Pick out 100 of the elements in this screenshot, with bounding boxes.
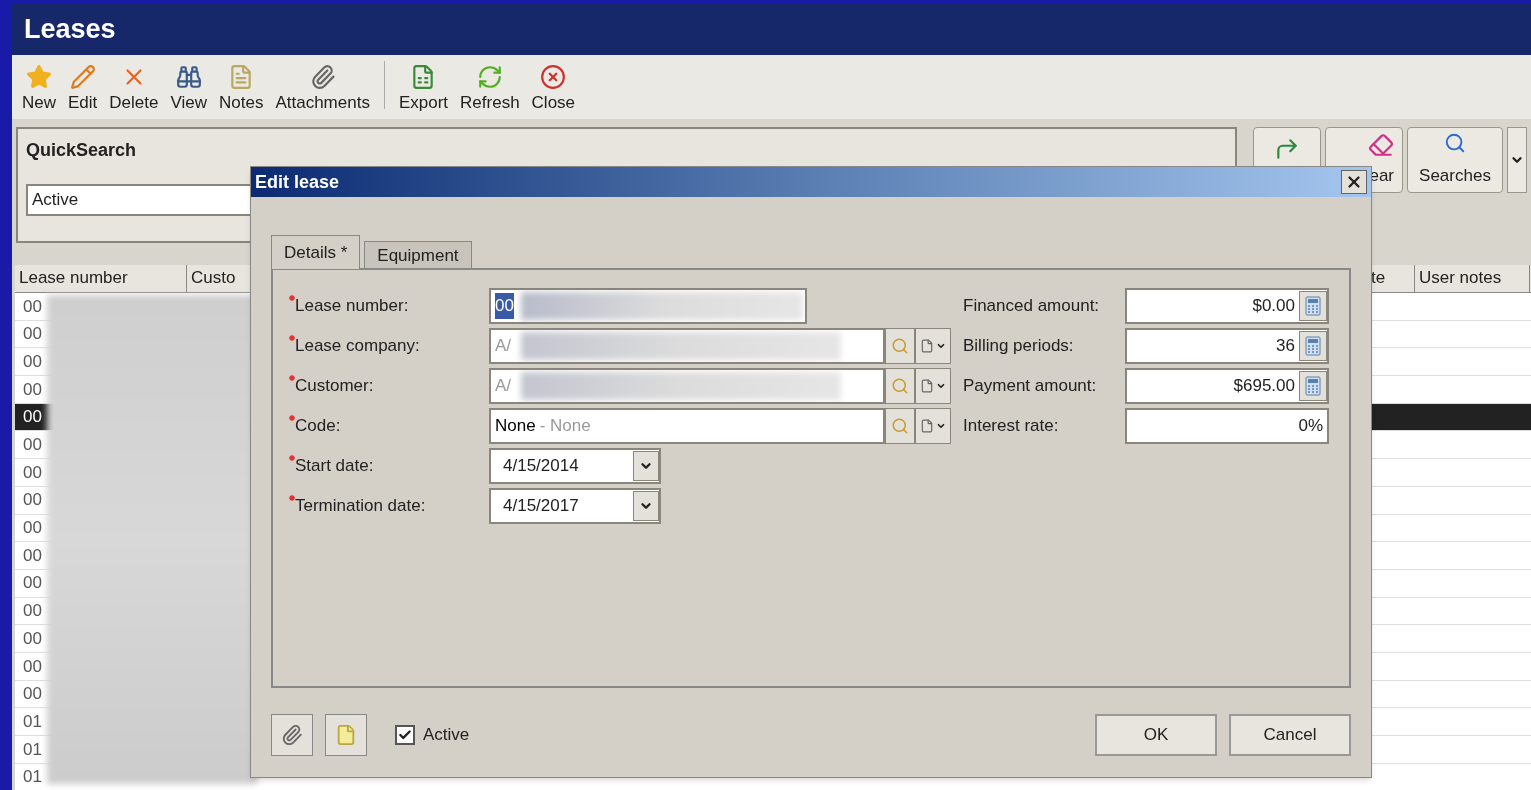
refresh-icon (476, 63, 503, 90)
star-icon (26, 63, 52, 90)
field-value: None (495, 415, 536, 438)
caret-icon (936, 381, 946, 391)
field-value: A/ (495, 375, 512, 398)
notes-button[interactable] (325, 714, 367, 756)
window-title: Leases (24, 12, 116, 46)
tab[interactable]: Details * (271, 235, 361, 269)
toolbar-button[interactable]: View (164, 63, 213, 115)
toolbar-button[interactable]: Edit (62, 63, 104, 115)
toolbar-button[interactable]: New (16, 63, 62, 115)
calculator-icon[interactable] (1299, 371, 1327, 401)
date-value: 4/15/2014 (503, 455, 579, 478)
field-label: Financed amount: (963, 295, 1101, 318)
grid-cell-text: 00 (22, 461, 43, 484)
grid-cell-text: 00 (22, 600, 43, 623)
grid-cell-text: 00 (22, 295, 43, 318)
field-label: Code: (295, 415, 341, 438)
field-value: $0.00 (1251, 295, 1296, 318)
panel-title: QuickSearch (26, 139, 138, 162)
toolbar-button[interactable]: Notes (213, 63, 270, 115)
grid-cell-text: 00 (22, 434, 43, 457)
grid-cell-text: 00 (22, 406, 43, 429)
lookup-search-button[interactable] (885, 368, 915, 404)
toolbar-button[interactable]: Refresh (454, 63, 526, 115)
checkbox-label: Active (423, 724, 470, 747)
field-label: Start date: (295, 455, 374, 478)
arrow-icon (1274, 136, 1300, 162)
grid-cell-text: 00 (22, 683, 43, 706)
paperclip-icon (309, 63, 336, 90)
field-value: 00 (495, 293, 514, 319)
toolbar-button[interactable]: Delete (103, 63, 165, 115)
date-value: 4/15/2017 (503, 495, 579, 518)
field-value: $695.00 (1232, 375, 1296, 398)
caret-icon (936, 421, 946, 431)
field-label: Lease company: (295, 335, 420, 358)
close-button[interactable] (1341, 170, 1367, 194)
dialog-button[interactable]: OK (1095, 714, 1217, 756)
search-icon (1444, 132, 1466, 154)
field-value: 0% (1297, 415, 1324, 438)
field-value: 36 (1275, 335, 1296, 358)
grid-cell-text: 00 (22, 544, 43, 567)
searches-button[interactable]: Searches (1407, 127, 1503, 193)
toolbar-button[interactable]: Close (525, 63, 582, 115)
column-header[interactable]: User notes (1415, 265, 1530, 292)
grid-cell-text: 00 (22, 572, 43, 595)
paperclip-icon (281, 724, 303, 746)
page-icon (920, 379, 934, 393)
lookup-menu-button[interactable] (915, 368, 951, 404)
lease-number-field[interactable]: 00 (489, 288, 807, 324)
eraser-icon (1368, 132, 1394, 158)
grid-cell-text: 00 (22, 489, 43, 512)
check-icon (398, 728, 412, 742)
active-checkbox[interactable] (395, 725, 415, 745)
field-label: Customer: (295, 375, 374, 398)
grid-cell-text: 00 (22, 378, 43, 401)
grid-cell-text: 00 (22, 655, 43, 678)
binoculars-icon (175, 63, 202, 90)
grid-cell-text: 00 (22, 323, 43, 346)
grid-cell-text: 00 (22, 350, 43, 373)
lookup-menu-button[interactable] (915, 328, 951, 364)
calculator-icon[interactable] (1299, 291, 1327, 321)
tab[interactable]: Equipment (364, 241, 472, 269)
close-icon (1345, 173, 1363, 191)
page-icon (920, 339, 934, 353)
field-description: - None (539, 415, 591, 438)
toolbar-button[interactable]: Export (392, 63, 455, 115)
search-icon (891, 337, 909, 355)
caret-icon (936, 341, 946, 351)
calculator-icon[interactable] (1299, 331, 1327, 361)
date-picker[interactable]: 4/15/2014 (489, 448, 661, 484)
lookup-search-button[interactable] (885, 408, 915, 444)
dialog-button[interactable]: Cancel (1229, 714, 1351, 756)
date-picker[interactable]: 4/15/2017 (489, 488, 661, 524)
search-icon (891, 377, 909, 395)
dropdown-button[interactable] (633, 451, 659, 481)
lookup-search-button[interactable] (885, 328, 915, 364)
grid-cell-text: 01 (22, 710, 43, 733)
pencil-icon (69, 63, 96, 90)
amount-field[interactable]: 36 (1125, 328, 1329, 364)
toolbar-button[interactable]: Attachments (269, 63, 376, 115)
column-header[interactable]: Lease number (15, 265, 187, 292)
close-icon (540, 63, 567, 90)
grid-cell-text: 00 (22, 627, 43, 650)
field-label: Lease number: (295, 295, 409, 318)
field-label: Interest rate: (963, 415, 1060, 438)
field-label: Payment amount: (963, 375, 1098, 398)
lookup-field[interactable]: None - None (489, 408, 885, 444)
dropdown-button[interactable] (633, 491, 659, 521)
amount-field[interactable]: $695.00 (1125, 368, 1329, 404)
attachment-button[interactable] (271, 714, 313, 756)
field-label: Termination date: (295, 495, 426, 518)
field-value: A/ (495, 335, 512, 358)
grid-cell-text: 01 (22, 738, 43, 761)
amount-field[interactable]: $0.00 (1125, 288, 1329, 324)
lookup-menu-button[interactable] (915, 408, 951, 444)
field-label: Billing periods: (963, 335, 1075, 358)
search-icon (891, 417, 909, 435)
grid-cell-text: 01 (22, 766, 43, 789)
amount-field[interactable]: 0% (1125, 408, 1329, 444)
